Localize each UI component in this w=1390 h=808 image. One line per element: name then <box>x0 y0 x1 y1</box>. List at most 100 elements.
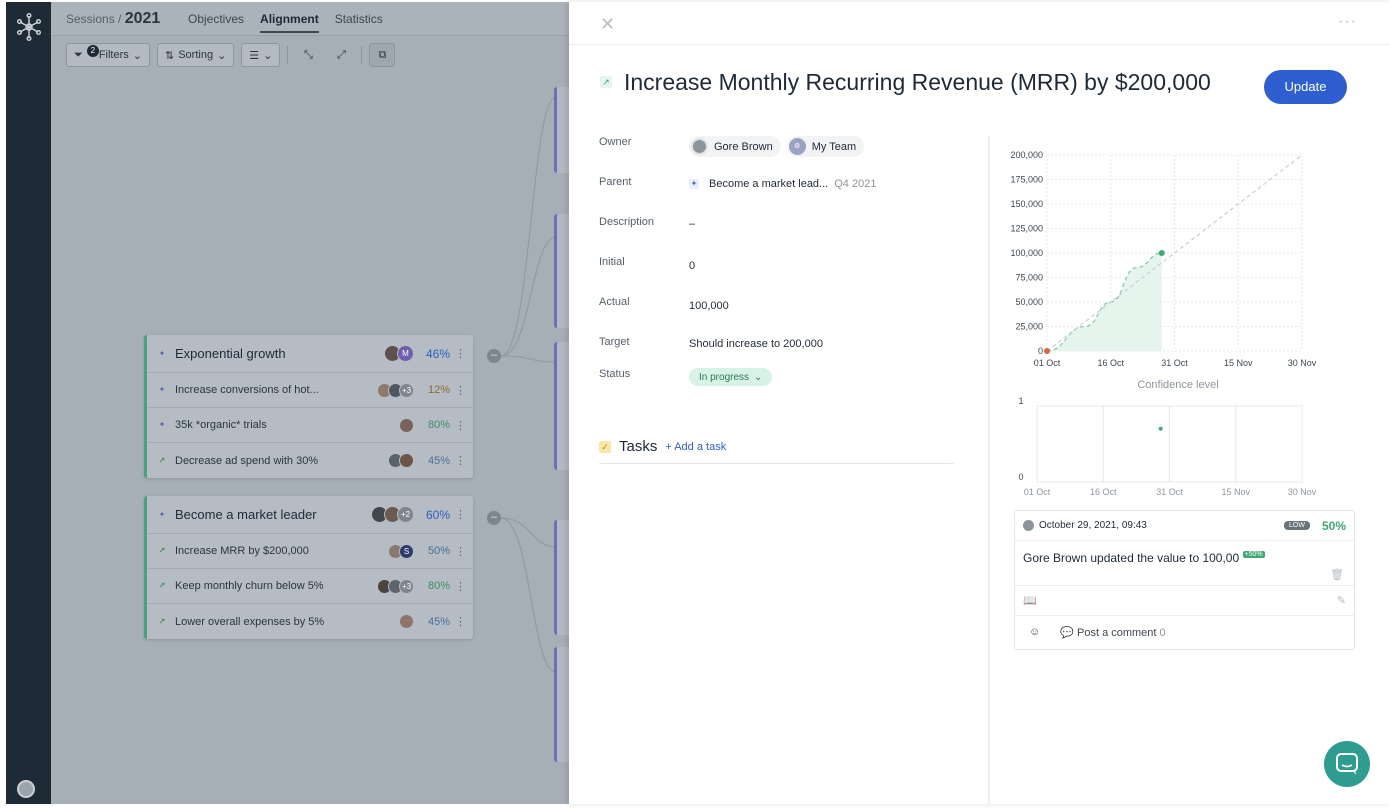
x-tick-label: 31 Oct <box>1156 487 1183 497</box>
owner-avatars: S <box>388 543 414 559</box>
child-card[interactable] <box>554 87 569 173</box>
trend-icon: ↗ <box>158 546 166 555</box>
x-tick-label: 16 Oct <box>1097 358 1124 368</box>
objective-progress: 60% <box>425 507 450 522</box>
owner-avatars: +2 <box>371 506 414 523</box>
avatar-overflow: +3 <box>399 578 414 594</box>
more-icon[interactable]: ⋮ <box>455 454 466 467</box>
progress-chart: 0 25,000 50,000 75,000 100,000 125,000 150,000… <box>1010 150 1316 368</box>
key-result-icon: ✦ <box>158 385 166 394</box>
x-tick-label: 15 Nov <box>1221 487 1250 497</box>
objective-card[interactable]: ✦ Become a market leader +2 60% ⋮ ↗ Incr… <box>144 496 473 639</box>
objective-icon: ✦ <box>158 509 166 519</box>
owner-person-name: Gore Brown <box>714 140 773 153</box>
activity-text: Gore Brown updated the value to 100,00 <box>1023 551 1240 565</box>
description-label: Description <box>599 216 655 228</box>
chat-support-button[interactable] <box>1324 741 1370 787</box>
more-icon[interactable]: ⋮ <box>455 545 466 558</box>
owner-value: Gore Brown ⚙ My Team <box>689 136 865 157</box>
objective-card[interactable]: ✦ Exponential growth M 46% ⋮ ✦ Increase … <box>144 335 473 478</box>
y-tick-label: 0 <box>1038 346 1043 356</box>
child-card[interactable] <box>554 342 569 470</box>
x-tick-label: 16 Oct <box>1090 487 1117 497</box>
trend-icon: ↗ <box>158 616 166 626</box>
key-result-row[interactable]: ↗ Decrease ad spend with 30% 45% ⋮ <box>147 443 473 478</box>
initial-label: Initial <box>599 256 625 268</box>
owner-avatars: M <box>384 345 414 362</box>
objective-header[interactable]: ✦ Exponential growth M 46% ⋮ <box>147 335 473 373</box>
update-button[interactable]: Update <box>1264 70 1347 104</box>
activity-header: October 29, 2021, 09:43 LOW 50% <box>1015 511 1354 541</box>
collapse-toggle[interactable]: – <box>487 511 501 525</box>
chat-icon <box>1336 753 1358 775</box>
key-result-row[interactable]: ↗ Lower overall expenses by 5% 45% ⋮ <box>147 604 473 639</box>
more-icon[interactable]: ⋮ <box>455 615 466 628</box>
target-value[interactable]: Should increase to 200,000 <box>689 338 823 350</box>
activity-date: October 29, 2021, 09:43 <box>1039 520 1147 531</box>
key-result-title: Keep monthly churn below 5% <box>175 580 324 592</box>
collapse-toggle[interactable]: – <box>487 349 501 363</box>
y-tick-label: 50,000 <box>1015 297 1043 307</box>
user-avatar[interactable] <box>17 780 35 798</box>
confidence-chart-title: Confidence level <box>1137 379 1219 391</box>
objective-header[interactable]: ✦ Become a market leader +2 60% ⋮ <box>147 496 473 534</box>
parent-value[interactable]: ✦ Become a market lead... Q4 2021 <box>689 178 876 190</box>
y-tick-label: 200,000 <box>1010 150 1043 160</box>
x-tick-label: 15 Nov <box>1224 358 1253 368</box>
data-point <box>1158 250 1165 256</box>
more-icon[interactable]: ⋮ <box>455 580 466 593</box>
key-result-title: Increase MRR by $200,000 <box>175 545 309 557</box>
emoji-add-icon[interactable]: ☺ <box>1029 626 1040 638</box>
child-card[interactable] <box>554 214 569 328</box>
key-result-row[interactable]: ✦ Increase conversions of hot... +3 12% … <box>147 373 473 408</box>
owner-label: Owner <box>599 136 632 148</box>
trash-icon[interactable]: 🗑 <box>1330 568 1344 581</box>
parent-title: Become a market lead... <box>709 178 829 190</box>
key-result-icon: ✦ <box>158 420 166 429</box>
actual-value[interactable]: 100,000 <box>689 300 729 312</box>
objective-icon: ✦ <box>158 348 166 358</box>
child-card[interactable] <box>554 520 569 635</box>
pencil-icon[interactable]: ✎ <box>1337 594 1346 607</box>
owner-person-chip[interactable]: Gore Brown <box>689 136 781 157</box>
key-result-row[interactable]: ↗ Increase MRR by $200,000 S 50% ⋮ <box>147 534 473 569</box>
key-result-progress: 12% <box>427 384 450 396</box>
close-icon[interactable]: ✕ <box>600 15 615 33</box>
key-result-row[interactable]: ✦ 35k *organic* trials 80% ⋮ <box>147 408 473 443</box>
key-result-detail-panel: ✕ ··· ↗ Increase Monthly Recurring Reven… <box>569 2 1390 804</box>
parent-label: Parent <box>599 176 632 188</box>
logo-icon[interactable] <box>16 12 42 42</box>
x-tick-label: 01 Oct <box>1034 358 1061 368</box>
avatar <box>399 453 414 468</box>
team-icon: ⚙ <box>788 138 806 155</box>
activity-message: Gore Brown updated the value to 100,00 +… <box>1015 541 1354 586</box>
more-icon[interactable]: ⋮ <box>455 347 466 360</box>
more-icon[interactable]: ⋮ <box>455 384 466 397</box>
book-icon[interactable]: 📖 <box>1023 594 1037 607</box>
more-icon[interactable]: ⋮ <box>455 508 466 521</box>
activity-footer: ☺ 💬 Post a comment 0 <box>1015 616 1354 648</box>
status-dropdown[interactable]: In progress ⌄ <box>689 368 773 386</box>
chevron-down-icon: ⌄ <box>754 371 763 383</box>
target-label: Target <box>599 336 630 348</box>
key-result-title: Decrease ad spend with 30% <box>175 454 319 467</box>
post-comment-button[interactable]: 💬 Post a comment 0 <box>1060 626 1165 639</box>
panel-header: ✕ ··· <box>569 2 1390 45</box>
owner-avatars: +3 <box>377 382 414 398</box>
key-result-title[interactable]: Increase Monthly Recurring Revenue (MRR)… <box>624 69 1211 96</box>
add-task-link[interactable]: + Add a task <box>665 441 726 453</box>
objective-progress: 46% <box>425 346 450 361</box>
child-card[interactable] <box>554 647 569 762</box>
owner-team-name: My Team <box>811 140 857 153</box>
more-options-icon[interactable]: ··· <box>1338 13 1357 31</box>
description-value[interactable]: – <box>689 218 695 230</box>
y-tick-label: 175,000 <box>1010 175 1043 185</box>
status-label: Status <box>599 368 631 380</box>
initial-value[interactable]: 0 <box>689 260 695 272</box>
owner-team-chip[interactable]: ⚙ My Team <box>786 136 865 157</box>
tasks-title: Tasks <box>619 438 658 455</box>
key-result-row[interactable]: ↗ Keep monthly churn below 5% +3 80% ⋮ <box>147 569 473 604</box>
avatar <box>1023 520 1034 531</box>
avatar: M <box>397 345 414 362</box>
more-icon[interactable]: ⋮ <box>455 419 466 432</box>
